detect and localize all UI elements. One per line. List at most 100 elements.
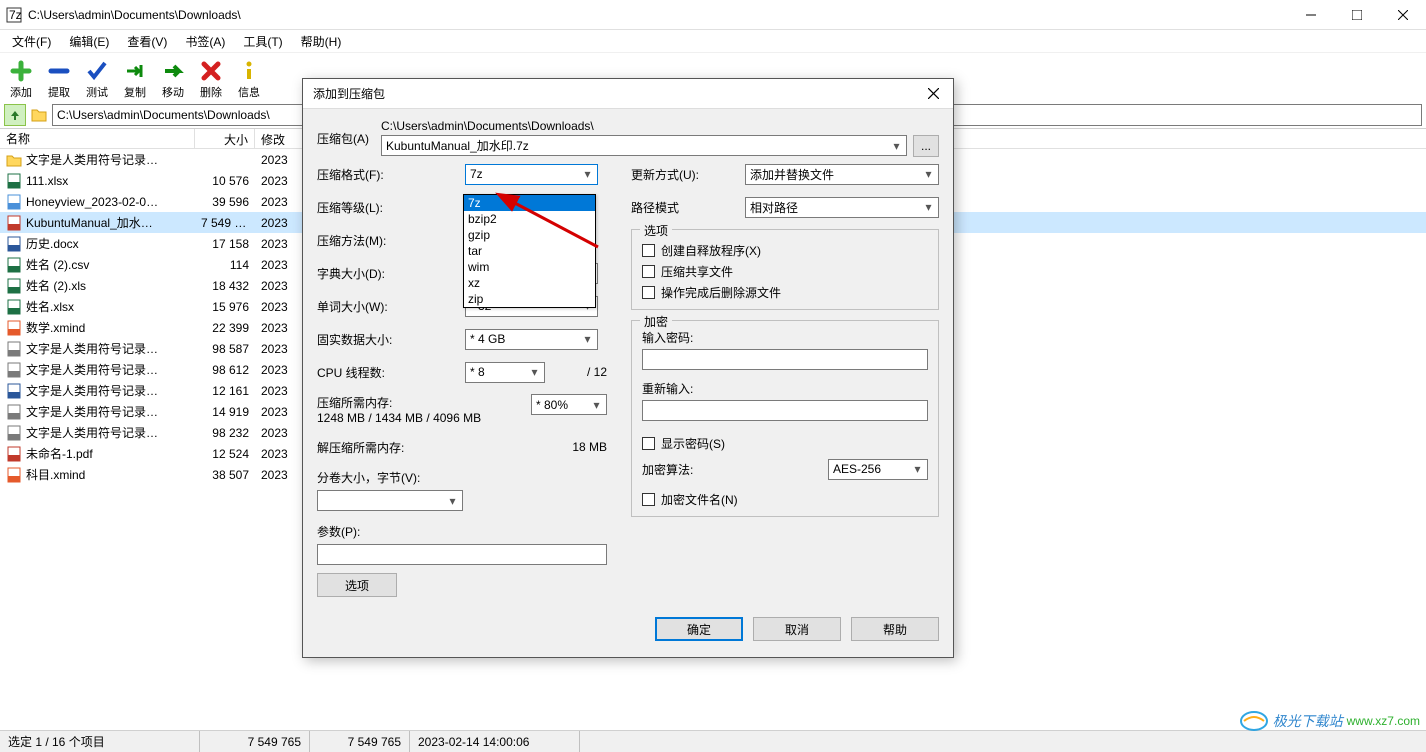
move-icon bbox=[161, 59, 185, 83]
menu-file[interactable]: 文件(F) bbox=[4, 31, 59, 52]
svg-text:7z: 7z bbox=[9, 8, 22, 22]
file-date: 2023 bbox=[255, 405, 305, 419]
plus-icon bbox=[9, 59, 33, 83]
toolbar-delete-button[interactable]: 删除 bbox=[196, 59, 226, 100]
threads-max: / 12 bbox=[545, 365, 607, 379]
format-combo[interactable]: 7z ▾ bbox=[465, 164, 598, 185]
password2-input[interactable] bbox=[642, 400, 928, 421]
browse-button[interactable]: ... bbox=[913, 135, 939, 157]
format-option[interactable]: tar bbox=[464, 243, 595, 259]
file-icon bbox=[6, 152, 22, 168]
archive-name-combo[interactable]: KubuntuManual_加水印.7z ▾ bbox=[381, 135, 907, 156]
toolbar-label: 测试 bbox=[86, 84, 108, 100]
toolbar-copy-button[interactable]: 复制 bbox=[120, 59, 150, 100]
chevron-down-icon: ▾ bbox=[580, 167, 595, 182]
dialog-titlebar: 添加到压缩包 bbox=[303, 79, 953, 109]
mem-comp-value: 1248 MB / 1434 MB / 4096 MB bbox=[317, 411, 531, 425]
menu-tools[interactable]: 工具(T) bbox=[235, 31, 290, 52]
file-name: 姓名.xlsx bbox=[26, 298, 74, 315]
file-size: 98 232 bbox=[195, 426, 255, 440]
info-icon bbox=[237, 59, 261, 83]
enc-method-combo[interactable]: AES-256▾ bbox=[828, 459, 928, 480]
chevron-down-icon: ▾ bbox=[910, 462, 925, 477]
toolbar-minus-button[interactable]: 提取 bbox=[44, 59, 74, 100]
window-maximize-button[interactable] bbox=[1334, 0, 1380, 30]
file-icon bbox=[6, 320, 22, 336]
menu-bookmark[interactable]: 书签(A) bbox=[177, 31, 233, 52]
archive-path: C:\Users\admin\Documents\Downloads\ bbox=[381, 119, 939, 133]
column-size[interactable]: 大小 bbox=[195, 129, 255, 148]
checkbox-icon bbox=[642, 244, 655, 257]
toolbar-info-button[interactable]: 信息 bbox=[234, 59, 264, 100]
column-name[interactable]: 名称 bbox=[0, 129, 195, 148]
archive-label: 压缩包(A) bbox=[317, 130, 373, 147]
password-input[interactable] bbox=[642, 349, 928, 370]
cancel-button[interactable]: 取消 bbox=[753, 617, 841, 641]
file-size: 12 524 bbox=[195, 447, 255, 461]
window-close-button[interactable] bbox=[1380, 0, 1426, 30]
toolbar-plus-button[interactable]: 添加 bbox=[6, 59, 36, 100]
mem-percent-combo[interactable]: * 80%▾ bbox=[531, 394, 607, 415]
menu-view[interactable]: 查看(V) bbox=[119, 31, 175, 52]
sfx-checkbox-row[interactable]: 创建自释放程序(X) bbox=[642, 242, 928, 259]
menu-edit[interactable]: 编辑(E) bbox=[61, 31, 117, 52]
showpwd-checkbox-row[interactable]: 显示密码(S) bbox=[642, 435, 928, 452]
ok-button[interactable]: 确定 bbox=[655, 617, 743, 641]
threads-combo[interactable]: * 8▾ bbox=[465, 362, 545, 383]
mem-comp-label: 压缩所需内存: bbox=[317, 394, 531, 411]
format-option[interactable]: wim bbox=[464, 259, 595, 275]
toolbar-move-button[interactable]: 移动 bbox=[158, 59, 188, 100]
chevron-down-icon: ▾ bbox=[445, 493, 460, 508]
chevron-down-icon: ▾ bbox=[589, 397, 604, 412]
split-combo[interactable]: ▾ bbox=[317, 490, 463, 511]
dialog-close-button[interactable] bbox=[913, 79, 953, 109]
file-name: Honeyview_2023-02-0… bbox=[26, 195, 158, 209]
params-input[interactable] bbox=[317, 544, 607, 565]
options-button[interactable]: 选项 bbox=[317, 573, 397, 597]
solid-label: 固实数据大小: bbox=[317, 331, 465, 348]
folder-icon bbox=[30, 106, 48, 124]
file-name: 未命名-1.pdf bbox=[26, 445, 93, 462]
update-combo[interactable]: 添加并替换文件▾ bbox=[745, 164, 939, 185]
window-titlebar: 7z C:\Users\admin\Documents\Downloads\ bbox=[0, 0, 1426, 30]
file-size: 15 976 bbox=[195, 300, 255, 314]
checkbox-icon bbox=[642, 493, 655, 506]
pwd2-label: 重新输入: bbox=[642, 380, 928, 397]
format-option[interactable]: zip bbox=[464, 291, 595, 307]
file-size: 39 596 bbox=[195, 195, 255, 209]
status-selection: 选定 1 / 16 个项目 bbox=[0, 731, 200, 752]
pathmode-combo[interactable]: 相对路径▾ bbox=[745, 197, 939, 218]
up-button[interactable] bbox=[4, 104, 26, 126]
solid-combo[interactable]: * 4 GB▾ bbox=[465, 329, 598, 350]
toolbar-label: 移动 bbox=[162, 84, 184, 100]
status-size1: 7 549 765 bbox=[200, 731, 310, 752]
statusbar: 选定 1 / 16 个项目 7 549 765 7 549 765 2023-0… bbox=[0, 730, 1426, 752]
file-size: 10 576 bbox=[195, 174, 255, 188]
file-icon bbox=[6, 362, 22, 378]
file-icon bbox=[6, 194, 22, 210]
file-icon bbox=[6, 299, 22, 315]
format-option[interactable]: xz bbox=[464, 275, 595, 291]
format-option[interactable]: 7z bbox=[464, 195, 595, 211]
menu-help[interactable]: 帮助(H) bbox=[293, 31, 350, 52]
file-size: 17 158 bbox=[195, 237, 255, 251]
format-option[interactable]: gzip bbox=[464, 227, 595, 243]
options-groupbox: 选项 创建自释放程序(X) 压缩共享文件 操作完成后删除源文件 bbox=[631, 229, 939, 310]
column-date[interactable]: 修改 bbox=[255, 129, 305, 148]
encrypt-group-title: 加密 bbox=[640, 313, 672, 330]
file-icon bbox=[6, 173, 22, 189]
status-size2: 7 549 765 bbox=[310, 731, 410, 752]
pathmode-label: 路径模式 bbox=[631, 199, 745, 216]
format-option[interactable]: bzip2 bbox=[464, 211, 595, 227]
help-button[interactable]: 帮助 bbox=[851, 617, 939, 641]
encnames-checkbox-row[interactable]: 加密文件名(N) bbox=[642, 491, 928, 508]
window-minimize-button[interactable] bbox=[1288, 0, 1334, 30]
share-checkbox-row[interactable]: 压缩共享文件 bbox=[642, 263, 928, 280]
menubar: 文件(F) 编辑(E) 查看(V) 书签(A) 工具(T) 帮助(H) bbox=[0, 30, 1426, 52]
window-title: C:\Users\admin\Documents\Downloads\ bbox=[28, 8, 1288, 22]
file-date: 2023 bbox=[255, 300, 305, 314]
file-name: 姓名 (2).xls bbox=[26, 277, 86, 294]
toolbar-check-button[interactable]: 测试 bbox=[82, 59, 112, 100]
file-date: 2023 bbox=[255, 363, 305, 377]
delete-checkbox-row[interactable]: 操作完成后删除源文件 bbox=[642, 284, 928, 301]
